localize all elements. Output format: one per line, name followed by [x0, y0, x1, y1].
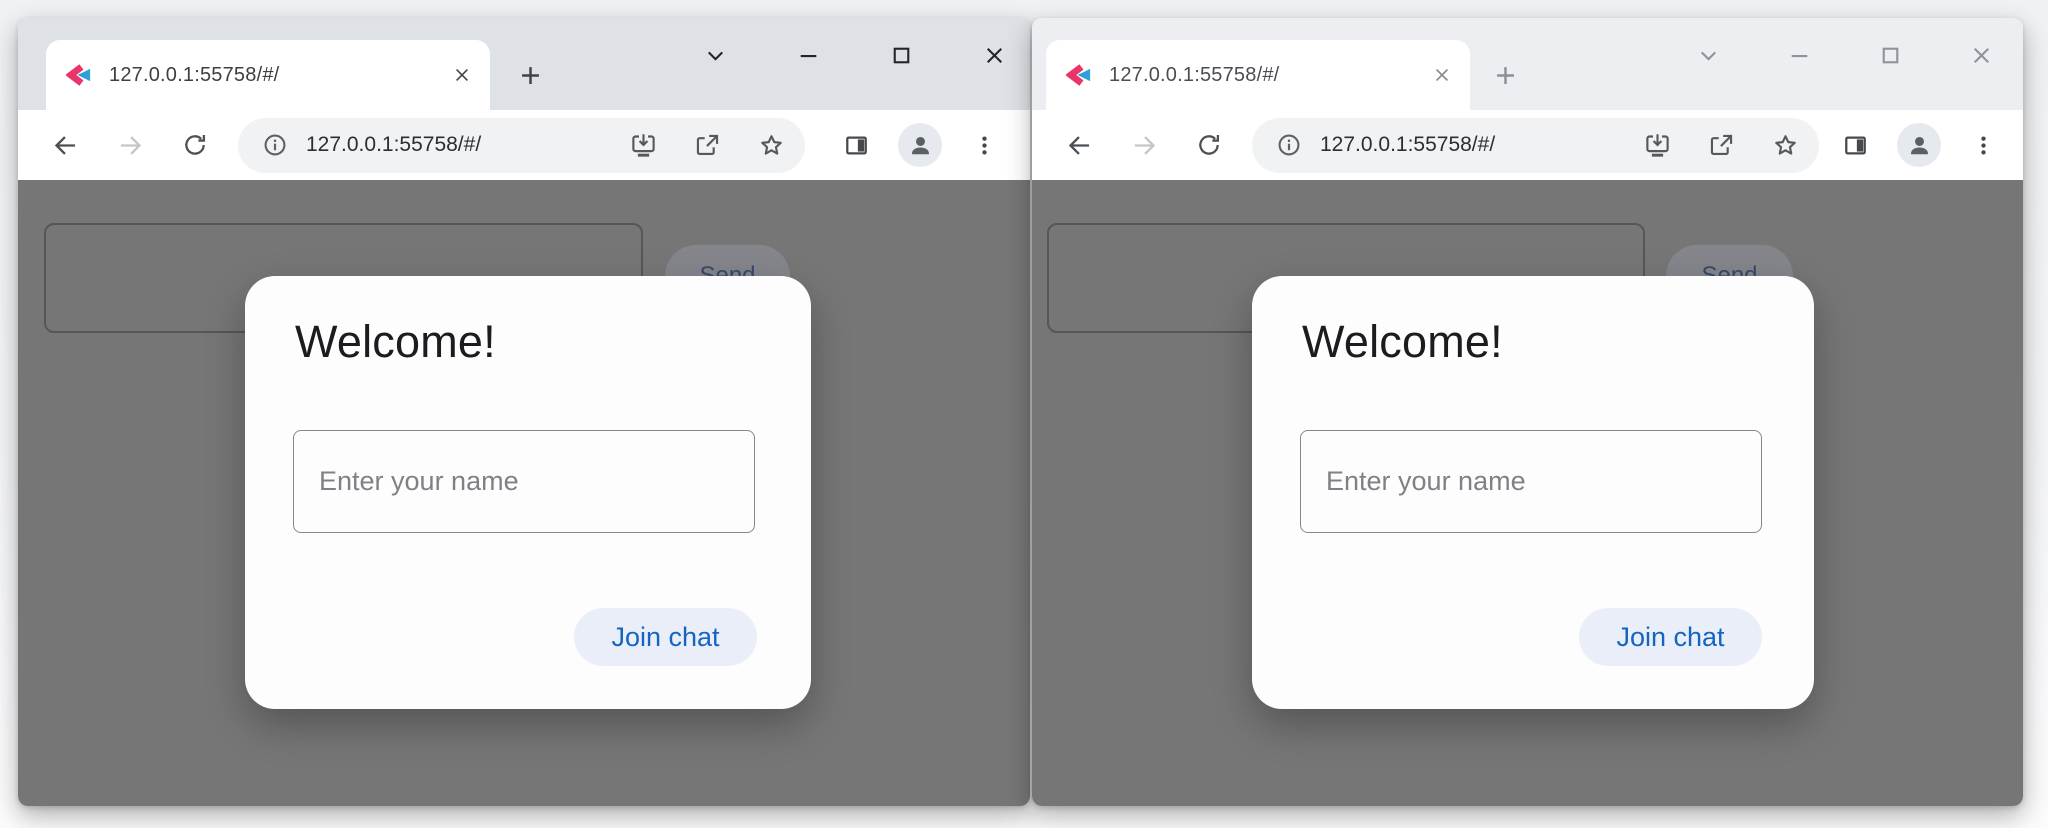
url-text: 127.0.0.1:55758/#/: [1320, 133, 1495, 157]
tab-title: 127.0.0.1:55758/#/: [1109, 64, 1428, 87]
forward-button[interactable]: [1122, 123, 1166, 167]
install-app-icon[interactable]: [1644, 132, 1671, 159]
new-tab-button[interactable]: [510, 55, 550, 95]
side-panel-icon[interactable]: [1833, 123, 1877, 167]
site-info-icon[interactable]: [260, 130, 290, 160]
join-chat-button[interactable]: Join chat: [1579, 608, 1762, 666]
omnibox-actions: [630, 132, 785, 159]
tab-close-icon[interactable]: [1428, 61, 1456, 89]
browser-tab[interactable]: 127.0.0.1:55758/#/: [1046, 40, 1470, 110]
window-controls: [693, 33, 1016, 77]
tab-search-chevron-icon[interactable]: [693, 33, 737, 77]
reload-button[interactable]: [1187, 123, 1231, 167]
browser-tab[interactable]: 127.0.0.1:55758/#/: [46, 40, 490, 110]
welcome-dialog: Welcome! Join chat: [1252, 276, 1814, 709]
join-chat-button[interactable]: Join chat: [574, 608, 757, 666]
page-viewport-scrim: Send Welcome! Join chat: [1032, 180, 2023, 806]
back-button[interactable]: [43, 123, 87, 167]
install-app-icon[interactable]: [630, 132, 657, 159]
tab-title: 127.0.0.1:55758/#/: [109, 64, 448, 87]
new-tab-button[interactable]: [1485, 55, 1525, 95]
maximize-button[interactable]: [1868, 33, 1912, 77]
name-input[interactable]: [293, 430, 755, 533]
dialog-title: Welcome!: [1302, 316, 1503, 368]
toolbar-right-actions: [834, 123, 1006, 167]
maximize-button[interactable]: [879, 33, 923, 77]
flet-favicon-icon: [1066, 64, 1093, 86]
forward-button[interactable]: [108, 123, 152, 167]
browser-window-right: 127.0.0.1:55758/#/: [1032, 18, 2023, 806]
back-button[interactable]: [1057, 123, 1101, 167]
address-bar[interactable]: 127.0.0.1:55758/#/: [1252, 118, 1819, 173]
site-info-icon[interactable]: [1274, 130, 1304, 160]
omnibox-actions: [1644, 132, 1799, 159]
page-viewport-scrim: Send Welcome! Join chat: [18, 180, 1030, 806]
window-controls: [1686, 33, 2003, 77]
menu-kebab-icon[interactable]: [962, 123, 1006, 167]
menu-kebab-icon[interactable]: [1961, 123, 2005, 167]
bookmark-star-icon[interactable]: [758, 132, 785, 159]
tab-strip: 127.0.0.1:55758/#/: [1032, 18, 2023, 110]
url-text: 127.0.0.1:55758/#/: [306, 133, 481, 157]
tab-search-chevron-icon[interactable]: [1686, 33, 1730, 77]
profile-avatar-button[interactable]: [1897, 123, 1941, 167]
tab-close-icon[interactable]: [448, 61, 476, 89]
browser-window-left: 127.0.0.1:55758/#/: [18, 18, 1030, 806]
toolbar-right-actions: [1833, 123, 2005, 167]
profile-avatar-button[interactable]: [898, 123, 942, 167]
reload-button[interactable]: [173, 123, 217, 167]
bookmark-star-icon[interactable]: [1772, 132, 1799, 159]
dialog-title: Welcome!: [295, 316, 496, 368]
minimize-button[interactable]: [1777, 33, 1821, 77]
tab-strip: 127.0.0.1:55758/#/: [18, 18, 1030, 110]
name-input[interactable]: [1300, 430, 1762, 533]
address-bar[interactable]: 127.0.0.1:55758/#/: [238, 118, 805, 173]
side-panel-icon[interactable]: [834, 123, 878, 167]
close-window-button[interactable]: [972, 33, 1016, 77]
flet-favicon-icon: [66, 64, 93, 86]
close-window-button[interactable]: [1959, 33, 2003, 77]
share-icon[interactable]: [694, 132, 721, 159]
welcome-dialog: Welcome! Join chat: [245, 276, 811, 709]
share-icon[interactable]: [1708, 132, 1735, 159]
minimize-button[interactable]: [786, 33, 830, 77]
